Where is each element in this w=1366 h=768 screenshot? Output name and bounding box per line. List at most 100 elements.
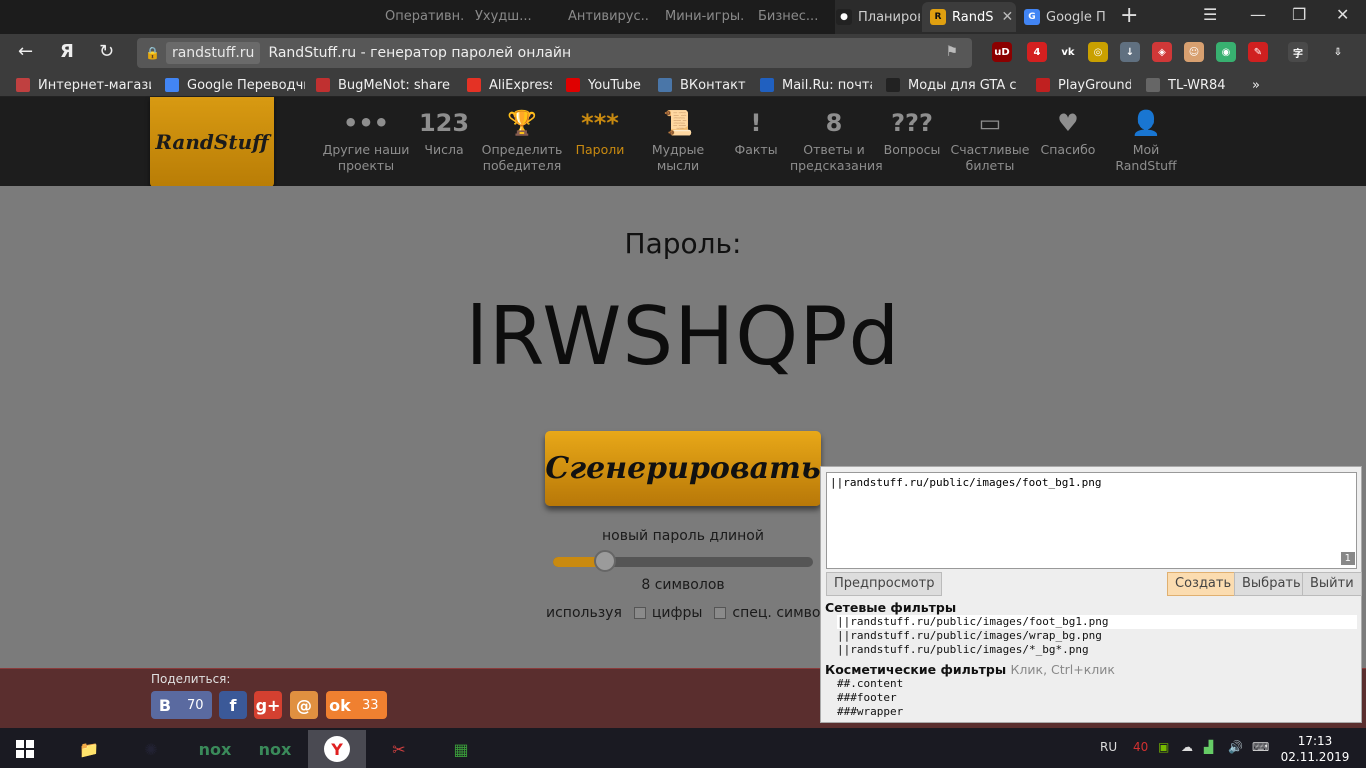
quit-button[interactable]: Выйти xyxy=(1302,572,1362,596)
monitor-icon[interactable]: ▦ xyxy=(432,730,490,768)
nox-icon[interactable]: nox xyxy=(246,730,304,768)
yandex-browser-icon-glyph: Y xyxy=(324,736,350,762)
language-indicator[interactable]: RU xyxy=(1100,740,1117,754)
nav-item[interactable]: 8 Ответы и предсказания xyxy=(790,104,883,174)
length-slider[interactable] xyxy=(553,550,813,572)
share-button[interactable]: В 70 xyxy=(151,691,212,719)
ublock-icon[interactable]: uD xyxy=(992,42,1012,62)
digits-checkbox[interactable] xyxy=(633,607,646,619)
filter-textarea[interactable]: ||randstuff.ru/public/images/foot_bg1.pn… xyxy=(826,472,1357,569)
share-button[interactable]: f xyxy=(219,691,247,719)
network-filters-title: Сетевые фильтры xyxy=(825,600,957,615)
keyboard-icon[interactable]: ⌨ xyxy=(1252,740,1269,754)
nav-label: Определить победителя xyxy=(481,142,563,173)
bookmark-item[interactable]: Mail.Ru: почта xyxy=(760,76,872,94)
nav-item[interactable]: 📜 Мудрые мысли xyxy=(634,104,722,174)
cloud-icon[interactable]: ☁ xyxy=(1181,740,1193,754)
create-button[interactable]: Создать xyxy=(1167,572,1240,596)
network-filter-row[interactable]: ||randstuff.ru/public/images/foot_bg1.pn… xyxy=(837,615,1357,629)
minimize-icon[interactable]: — xyxy=(1250,5,1266,24)
cpu-temp: 40 xyxy=(1133,740,1149,754)
bookmark-item[interactable]: Моды для GTA с ав xyxy=(886,76,1021,94)
generate-button[interactable]: Сгенерировать xyxy=(545,431,821,506)
menu-icon[interactable]: ☰ xyxy=(1203,5,1217,24)
tab-label: Планирова xyxy=(858,9,920,25)
share-button[interactable]: ok 33 xyxy=(326,691,387,719)
network-icon[interactable]: ▟ xyxy=(1204,740,1213,754)
background-tab[interactable]: Ухудш... xyxy=(475,4,555,30)
bookmark-item[interactable]: Google Переводчик xyxy=(165,76,305,94)
coin-icon[interactable]: ◎ xyxy=(1088,42,1108,62)
bookmark-item[interactable]: PlayGround xyxy=(1036,76,1131,94)
cosmetic-filter-row[interactable]: ###footer xyxy=(837,691,1357,705)
explorer-icon[interactable]: 📁 xyxy=(60,730,118,768)
nav-item[interactable]: 🏆 Определить победителя xyxy=(478,104,566,174)
cosmetic-filter-row[interactable]: ###wrapper xyxy=(837,705,1357,719)
bookmark-item[interactable]: AliExpress xyxy=(467,76,552,94)
nav-item[interactable]: 123 Числа xyxy=(400,104,488,158)
cosmetic-filter-row[interactable]: ##.content xyxy=(837,677,1357,691)
nav-item[interactable]: ••• Другие наши проекты xyxy=(322,104,410,174)
bookmark-item[interactable]: YouTube xyxy=(566,76,646,94)
background-tab[interactable]: Оперативн... xyxy=(385,4,465,30)
paint-icon[interactable]: ✂ xyxy=(370,730,428,768)
tab-github[interactable]: ● Планирова xyxy=(828,2,920,32)
face-icon[interactable]: ☺ xyxy=(1184,42,1204,62)
share-button[interactable]: g+ xyxy=(254,691,282,719)
yandex-icon[interactable]: Я xyxy=(60,41,74,62)
bookmark-icon[interactable]: ⚑ xyxy=(945,44,958,60)
clock[interactable]: 17:13 02.11.2019 xyxy=(1280,733,1350,765)
network-filter-row[interactable]: ||randstuff.ru/public/images/*_bg*.png xyxy=(837,643,1357,657)
shield-icon[interactable]: ◈ xyxy=(1152,42,1172,62)
vk-icon[interactable]: vk xyxy=(1058,42,1078,62)
background-tab[interactable]: Мини-игры... xyxy=(665,4,745,30)
robot-icon[interactable]: ◉ xyxy=(1216,42,1236,62)
nav-item[interactable]: ♥ Спасибо xyxy=(1024,104,1112,158)
preview-button[interactable]: Предпросмотр xyxy=(826,572,943,596)
google-translate-icon xyxy=(165,78,179,92)
background-tab[interactable]: Антивирус... xyxy=(568,4,648,30)
reload-icon[interactable]: ↻ xyxy=(99,41,114,62)
adblock-icon[interactable]: 4 xyxy=(1027,42,1047,62)
restore-icon[interactable]: ❐ xyxy=(1292,5,1306,24)
pen-icon[interactable]: ✎ xyxy=(1248,42,1268,62)
length-slider-handle[interactable] xyxy=(594,550,616,572)
nvidia-icon[interactable]: ▣ xyxy=(1158,740,1169,754)
bookmark-item[interactable]: ВКонтакте xyxy=(658,76,746,94)
bookmark-item[interactable]: BugMeNot: share lo xyxy=(316,76,451,94)
special-chars-checkbox[interactable] xyxy=(714,607,727,619)
downloads-icon[interactable]: ⇩ xyxy=(1328,42,1348,62)
page-icon xyxy=(1146,78,1160,92)
nav-item[interactable]: 👤 Мой RandStuff xyxy=(1102,104,1190,174)
background-tab[interactable]: Бизнес... xyxy=(758,4,838,30)
nav-item[interactable]: ??? Вопросы xyxy=(868,104,956,158)
share-button[interactable]: @ xyxy=(290,691,318,719)
bookmarks-more-button[interactable]: » xyxy=(1252,76,1260,94)
nav-item[interactable]: ! Факты xyxy=(712,104,800,158)
bookmark-item[interactable]: Интернет-магазин xyxy=(16,76,151,94)
new-tab-button[interactable]: + xyxy=(1120,5,1138,27)
close-window-icon[interactable]: ✕ xyxy=(1336,5,1349,24)
nav-label: Числа xyxy=(424,142,464,157)
download-arrow-icon[interactable]: ↓ xyxy=(1120,42,1140,62)
bookmark-item[interactable]: TL-WR841N xyxy=(1146,76,1226,94)
nox-icon[interactable]: nox xyxy=(186,730,244,768)
back-icon[interactable]: ← xyxy=(18,41,33,62)
network-filter-row[interactable]: ||randstuff.ru/public/images/wrap_bg.png xyxy=(837,629,1357,643)
translate-icon[interactable]: 字 xyxy=(1288,42,1308,62)
nav-item[interactable]: ▭ Счастливые билеты xyxy=(946,104,1034,174)
address-input[interactable]: 🔒 randstuff.ru RandStuff.ru - генератор … xyxy=(137,38,972,68)
password-heading: Пароль: xyxy=(624,227,742,260)
windows-start-icon[interactable] xyxy=(0,730,50,768)
exclamation-icon: ! xyxy=(750,109,762,137)
tab-google-translate[interactable]: G Google П xyxy=(1016,2,1112,32)
nav-item[interactable]: *** Пароли xyxy=(556,104,644,158)
site-logo[interactable]: RandStuff xyxy=(150,97,274,187)
screensaver-icon[interactable]: ✺ xyxy=(122,730,180,768)
tab-randstuff[interactable]: R RandS ✕ xyxy=(922,2,1016,32)
close-tab-icon[interactable]: ✕ xyxy=(1001,9,1013,25)
nav-label: Вопросы xyxy=(883,142,941,157)
pick-button[interactable]: Выбрать xyxy=(1234,572,1309,596)
yandex-browser-icon[interactable]: Y xyxy=(308,730,366,768)
volume-icon[interactable]: 🔊 xyxy=(1228,740,1243,754)
